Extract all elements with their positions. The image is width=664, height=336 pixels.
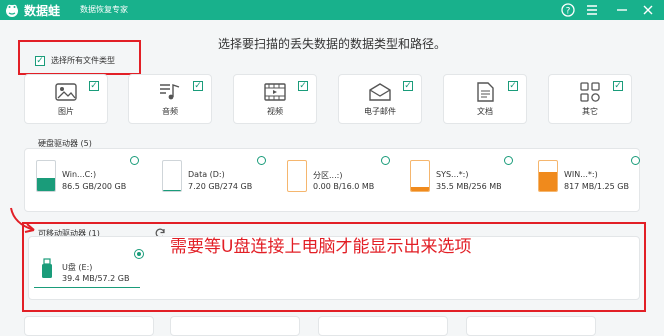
type-card-other[interactable]: ✓ 其它 bbox=[548, 74, 632, 124]
disk-icon bbox=[162, 160, 182, 192]
email-icon bbox=[369, 83, 391, 101]
type-card-image[interactable]: ✓ 图片 bbox=[24, 74, 108, 124]
drive-radio[interactable] bbox=[631, 156, 640, 165]
disk-icon bbox=[36, 160, 56, 192]
partial-card bbox=[466, 316, 596, 336]
email-checkbox[interactable]: ✓ bbox=[403, 81, 413, 91]
drive-name: Data (D:) bbox=[188, 170, 225, 179]
minimize-icon[interactable] bbox=[614, 2, 630, 18]
usb-drive-name: U盘 (E:) bbox=[62, 263, 93, 272]
type-label: 电子邮件 bbox=[364, 107, 396, 116]
drive-item[interactable]: Win...C:) 86.5 GB/200 GB bbox=[26, 152, 139, 198]
menu-icon[interactable] bbox=[584, 2, 600, 18]
image-icon bbox=[55, 83, 77, 101]
audio-icon bbox=[160, 84, 180, 100]
drive-item[interactable]: 分区...:) 0.00 B/16.0 MB bbox=[277, 152, 390, 198]
drive-radio[interactable] bbox=[130, 156, 139, 165]
usb-drive-size: 39.4 MB/57.2 GB bbox=[62, 274, 130, 283]
document-icon bbox=[477, 82, 494, 102]
drive-item[interactable]: WIN...*:) 817 MB/1.25 GB bbox=[528, 152, 640, 198]
type-label: 图片 bbox=[58, 107, 74, 116]
type-label: 视频 bbox=[267, 107, 283, 116]
type-card-document[interactable]: ✓ 文档 bbox=[443, 74, 527, 124]
app-name: 数据蛙 bbox=[24, 4, 61, 18]
drive-name: WIN...*:) bbox=[564, 170, 598, 179]
drive-radio[interactable] bbox=[504, 156, 513, 165]
usb-drive-item[interactable]: U盘 (E:) 39.4 MB/57.2 GB bbox=[34, 244, 146, 288]
audio-checkbox[interactable]: ✓ bbox=[193, 81, 203, 91]
drive-size: 86.5 GB/200 GB bbox=[62, 182, 127, 191]
partial-card bbox=[318, 316, 448, 336]
type-label: 文档 bbox=[477, 107, 493, 116]
select-all-label: 选择所有文件类型 bbox=[51, 56, 115, 65]
disk-icon bbox=[410, 160, 430, 192]
drive-item[interactable]: SYS...*:) 35.5 MB/256 MB bbox=[400, 152, 513, 198]
disk-icon bbox=[538, 160, 558, 192]
type-label: 其它 bbox=[582, 107, 598, 116]
drive-radio[interactable] bbox=[381, 156, 390, 165]
close-icon[interactable] bbox=[640, 2, 656, 18]
drive-size: 0.00 B/16.0 MB bbox=[313, 182, 375, 191]
title-bar: 数据蛙 数据恢复专家 ? bbox=[0, 0, 664, 20]
drive-name: Win...C:) bbox=[62, 170, 97, 179]
drive-name: 分区...:) bbox=[313, 171, 343, 180]
drive-size: 817 MB/1.25 GB bbox=[564, 182, 629, 191]
disk-icon bbox=[287, 160, 307, 192]
video-checkbox[interactable]: ✓ bbox=[298, 81, 308, 91]
video-icon bbox=[264, 83, 286, 101]
other-icon bbox=[580, 82, 600, 102]
other-checkbox[interactable]: ✓ bbox=[613, 81, 623, 91]
type-card-email[interactable]: ✓ 电子邮件 bbox=[338, 74, 422, 124]
image-checkbox[interactable]: ✓ bbox=[89, 81, 99, 91]
select-all-checkbox[interactable]: ✓ bbox=[35, 56, 45, 66]
help-icon[interactable]: ? bbox=[560, 2, 576, 18]
drive-radio[interactable] bbox=[257, 156, 266, 165]
drive-item[interactable]: Data (D:) 7.20 GB/274 GB bbox=[152, 152, 266, 198]
app-subtitle: 数据恢复专家 bbox=[80, 5, 128, 14]
type-card-audio[interactable]: ✓ 音频 bbox=[128, 74, 212, 124]
partial-card bbox=[170, 316, 300, 336]
drive-name: SYS...*:) bbox=[436, 170, 469, 179]
drive-size: 35.5 MB/256 MB bbox=[436, 182, 502, 191]
partial-card bbox=[24, 316, 154, 336]
usb-drive-icon bbox=[42, 258, 52, 278]
svg-text:?: ? bbox=[566, 7, 571, 17]
type-card-video[interactable]: ✓ 视频 bbox=[233, 74, 317, 124]
app-logo-icon bbox=[6, 4, 18, 17]
usb-drive-radio[interactable] bbox=[134, 249, 144, 259]
document-checkbox[interactable]: ✓ bbox=[508, 81, 518, 91]
annotation-text: 需要等U盘连接上电脑才能显示出来选项 bbox=[170, 237, 472, 257]
type-label: 音频 bbox=[162, 107, 178, 116]
usb-selected-underline bbox=[34, 287, 140, 288]
drive-size: 7.20 GB/274 GB bbox=[188, 182, 253, 191]
